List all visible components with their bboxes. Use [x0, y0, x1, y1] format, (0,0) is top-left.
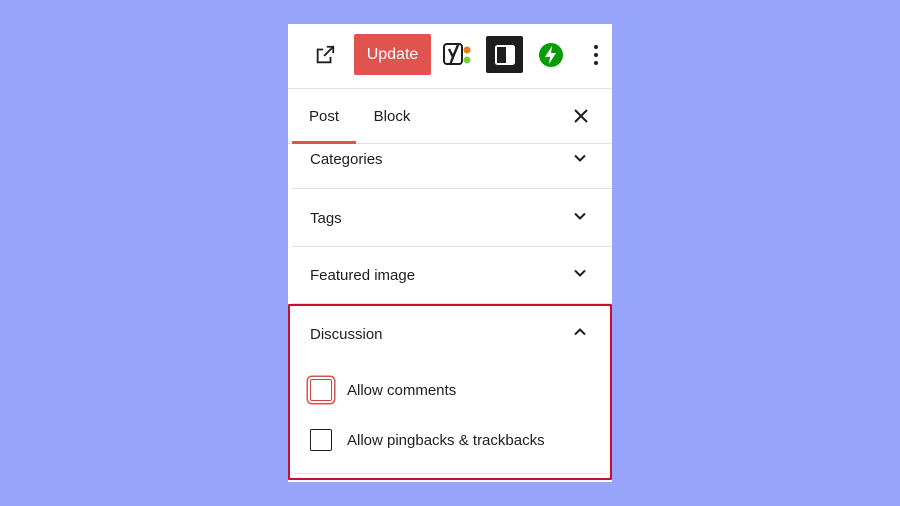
allow-pingbacks-option: Allow pingbacks & trackbacks	[310, 426, 545, 454]
allow-comments-option: Allow comments	[310, 376, 456, 404]
editor-toolbar: Update	[288, 24, 612, 89]
vertical-ellipsis-icon	[594, 45, 598, 65]
yoast-seo-button[interactable]	[440, 36, 476, 74]
allow-comments-checkbox[interactable]	[310, 379, 332, 401]
allow-pingbacks-label[interactable]: Allow pingbacks & trackbacks	[347, 432, 545, 449]
yoast-seo-icon	[443, 43, 471, 66]
categories-title: Categories	[310, 150, 383, 168]
chevron-down-icon	[574, 154, 586, 162]
settings-toggle-button[interactable]	[486, 36, 523, 73]
featured-image-title: Featured image	[310, 266, 416, 284]
chevron-down-icon	[574, 212, 586, 220]
chevron-down-icon	[574, 269, 586, 277]
jetpack-bolt-icon	[539, 43, 563, 67]
close-sidebar-button[interactable]	[568, 103, 594, 129]
update-button[interactable]: Update	[354, 34, 431, 75]
external-link-icon	[316, 45, 335, 64]
sidebar-toggle-icon	[494, 44, 515, 65]
discussion-panel: Discussion Allow comments Allow pingback…	[288, 304, 612, 480]
chevron-up-icon	[574, 328, 586, 336]
panel-divider	[294, 473, 606, 474]
categories-panel-toggle[interactable]: Categories	[292, 134, 612, 189]
editor-settings-panel: Update Post Block Categories Tags Featur…	[288, 24, 612, 482]
discussion-title: Discussion	[310, 325, 383, 343]
more-options-button[interactable]	[584, 38, 608, 72]
tags-panel-toggle[interactable]: Tags	[292, 190, 612, 247]
view-post-button[interactable]	[308, 38, 342, 72]
featured-image-panel-toggle[interactable]: Featured image	[292, 247, 612, 304]
allow-comments-label[interactable]: Allow comments	[347, 382, 456, 399]
jetpack-button[interactable]	[534, 38, 568, 72]
allow-pingbacks-checkbox[interactable]	[310, 429, 332, 451]
discussion-panel-toggle[interactable]: Discussion	[290, 306, 610, 362]
tags-title: Tags	[310, 209, 342, 227]
close-icon	[574, 109, 588, 123]
